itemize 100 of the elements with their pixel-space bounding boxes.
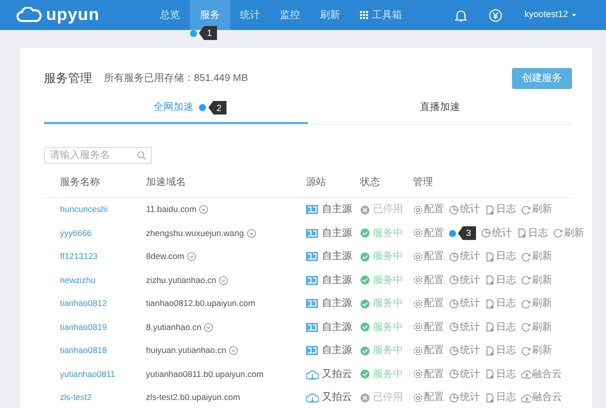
source-label: 自主源 — [322, 250, 352, 264]
action-link[interactable]: 日志 — [485, 296, 516, 312]
action-link[interactable]: 统计 — [449, 272, 480, 288]
action-link[interactable]: 配置 — [413, 390, 444, 406]
search-field[interactable]: 请输入服务名 — [44, 147, 152, 164]
domain-text: huiyuan.yutianhao.cn — [146, 344, 226, 358]
refresh-icon — [521, 298, 531, 309]
callout-badge: 1 — [199, 26, 218, 40]
action-link[interactable]: 刷新 — [521, 320, 552, 335]
server-icon — [306, 204, 319, 216]
action-link[interactable]: 配置 — [413, 296, 444, 312]
action-link[interactable]: 日志 — [485, 272, 516, 288]
action-link[interactable]: 日志 — [485, 366, 516, 382]
service-name-link[interactable]: tianhao0818 — [60, 344, 146, 358]
action-link[interactable]: 配置 — [413, 249, 444, 264]
action-link[interactable]: 日志 — [517, 226, 548, 241]
column-header: 管理 — [413, 176, 434, 190]
source-label: 自主源 — [322, 202, 352, 218]
action-link[interactable]: 刷新 — [521, 272, 552, 288]
action-link[interactable]: 日志 — [485, 343, 516, 358]
nav-tab[interactable]: 工具箱 — [350, 0, 412, 30]
caret-icon — [570, 12, 578, 18]
server-icon — [306, 298, 319, 310]
action-link[interactable]: 统计 — [449, 343, 480, 358]
action-link[interactable]: 统计 — [449, 320, 480, 335]
tab[interactable]: 全网加速 2 — [44, 96, 308, 124]
user-menu[interactable]: kyootest12 — [524, 8, 578, 22]
create-service-button[interactable]: 创建服务 — [512, 68, 572, 88]
document-icon — [485, 392, 495, 403]
status-label: 服务中 — [373, 320, 403, 335]
action-link[interactable]: 统计 — [449, 296, 480, 312]
source-label: 自主源 — [322, 274, 352, 288]
document-icon — [485, 275, 495, 286]
source-label: 又拍云 — [322, 390, 352, 406]
domain-text: yutianhao0811.b0.upaiyun.com — [146, 368, 264, 381]
action-link[interactable]: 配置 — [413, 226, 444, 241]
grid-icon — [360, 11, 368, 19]
action-link[interactable]: 配置 — [413, 366, 444, 382]
status-label: 服务中 — [373, 226, 403, 241]
column-header: 源站 — [306, 176, 327, 190]
document-icon — [485, 346, 495, 356]
server-icon — [306, 345, 319, 356]
service-name-link[interactable]: tianhao0819 — [60, 320, 146, 334]
service-name-link[interactable]: ff1213123 — [60, 250, 146, 264]
page-title: 服务管理 — [44, 70, 92, 87]
action-link[interactable]: 刷新 — [521, 202, 552, 218]
action-link[interactable]: 刷新 — [553, 226, 584, 241]
service-name-link[interactable]: huncunceshi — [60, 203, 146, 216]
action-link[interactable]: 配置 — [413, 320, 444, 335]
cloud-icon — [306, 368, 319, 380]
nav-tab[interactable]: 监控 — [270, 0, 310, 30]
action-link[interactable]: 统计 — [449, 390, 480, 406]
nav-tab[interactable]: 服务 — [190, 0, 230, 30]
action-link[interactable]: 刷新 — [521, 249, 552, 264]
action-link[interactable]: 统计 — [481, 226, 512, 241]
action-link[interactable]: 统计 — [449, 366, 480, 382]
domain-text: tianhao0812.b0.upaiyun.com — [146, 297, 256, 310]
gear-icon — [413, 369, 423, 380]
action-link[interactable]: 融合云 — [521, 390, 562, 406]
nav-tab[interactable]: 统计 — [230, 0, 270, 30]
action-link[interactable]: 融合云 — [521, 366, 562, 382]
action-link[interactable]: 配置 — [413, 202, 444, 218]
action-link[interactable]: 日志 — [485, 320, 516, 335]
service-name-link[interactable]: zls-test2 — [60, 391, 146, 404]
action-link[interactable]: 配置 — [413, 343, 444, 358]
action-link[interactable]: 刷新 — [521, 296, 552, 312]
action-link[interactable]: 日志 — [485, 202, 516, 218]
action-link[interactable]: 统计 — [449, 202, 480, 218]
service-name-link[interactable]: tianhao0812 — [60, 297, 146, 310]
action-link[interactable]: 配置 — [413, 272, 444, 288]
domain-text: 8dew.com — [146, 250, 184, 264]
action-link[interactable]: 统计 — [449, 249, 480, 264]
status-label: 服务中 — [373, 368, 403, 382]
gear-icon — [413, 298, 423, 309]
document-icon — [517, 228, 528, 238]
storage-note: 所有服务已用存储：851.449 MB — [104, 72, 248, 86]
tab[interactable]: 直播加速 — [308, 96, 572, 124]
status-label: 已停用 — [373, 391, 403, 406]
action-link[interactable]: 日志 — [485, 390, 516, 406]
nav-tab[interactable]: 总览 — [150, 0, 190, 30]
bell-icon — [455, 8, 468, 22]
cloud-logo-icon — [16, 7, 42, 23]
column-header: 加速域名 — [146, 176, 187, 190]
service-name-link[interactable]: yutianhao0811 — [60, 368, 146, 381]
column-header: 服务名称 — [60, 176, 101, 190]
action-link[interactable]: 日志 — [485, 249, 516, 264]
document-icon — [485, 204, 495, 215]
source-label: 自主源 — [322, 226, 352, 241]
gear-icon — [413, 252, 423, 262]
service-name-link[interactable]: yyy6666 — [60, 226, 146, 240]
document-icon — [485, 252, 495, 262]
gear-icon — [413, 204, 423, 215]
refresh-icon — [521, 346, 531, 356]
yen-icon — [489, 8, 502, 22]
refresh-icon — [521, 322, 531, 332]
domain-text: zhengshu.wuxuejun.wang — [146, 226, 244, 240]
service-name-link[interactable]: newzizhu — [60, 274, 146, 287]
callout-badge: 3 — [458, 226, 476, 240]
action-link[interactable]: 刷新 — [521, 343, 552, 358]
nav-tab[interactable]: 刷新 — [310, 0, 350, 30]
